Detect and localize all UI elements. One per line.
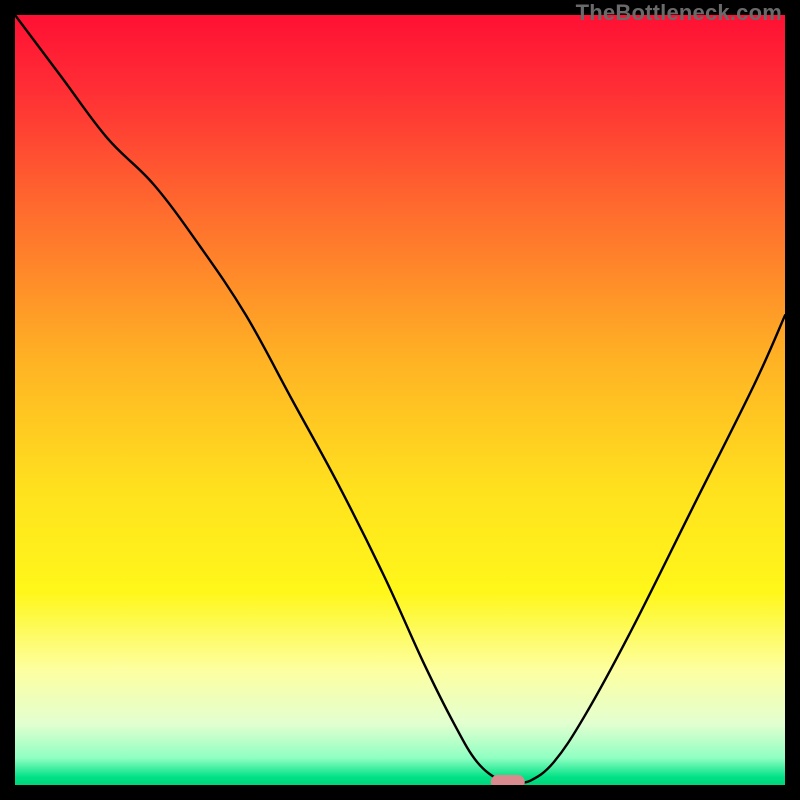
chart-frame [15, 15, 785, 785]
gradient-background [15, 15, 785, 785]
watermark-text: TheBottleneck.com [576, 0, 782, 26]
optimal-point-marker [491, 775, 525, 785]
bottleneck-chart [15, 15, 785, 785]
